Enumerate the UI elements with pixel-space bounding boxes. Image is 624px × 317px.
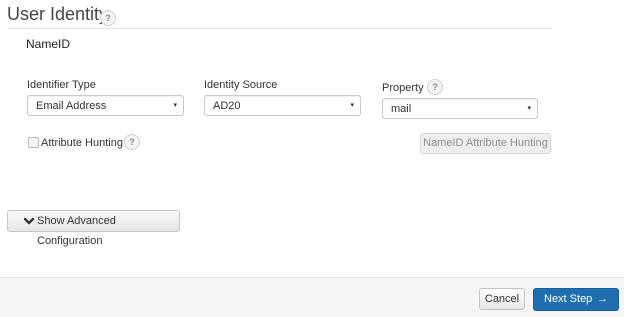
footer-bar: [0, 277, 624, 317]
next-step-button[interactable]: Next Step →: [533, 288, 619, 311]
property-help-icon[interactable]: ?: [427, 79, 443, 95]
cancel-button[interactable]: Cancel: [479, 288, 525, 310]
attribute-hunting-label[interactable]: Attribute Hunting: [41, 137, 123, 149]
attribute-hunting-checkbox[interactable]: [28, 137, 39, 148]
next-step-label: Next Step: [544, 293, 593, 305]
nameid-subheading: NameID: [26, 37, 71, 51]
chevron-down-icon: [23, 211, 35, 239]
identifier-type-select[interactable]: Email Address ▾: [27, 95, 184, 116]
section-title: User Identity: [7, 4, 109, 24]
property-label: Property: [382, 82, 424, 94]
caret-down-icon: ▾: [173, 102, 177, 109]
property-select[interactable]: mail ▾: [382, 98, 538, 119]
identity-source-label: Identity Source: [204, 79, 278, 91]
identifier-type-label: Identifier Type: [27, 79, 96, 91]
property-value: mail: [391, 103, 412, 115]
nameid-attribute-hunting-button[interactable]: NameID Attribute Hunting: [420, 133, 551, 154]
identity-source-value: AD20: [213, 100, 241, 112]
caret-down-icon: ▾: [527, 105, 531, 112]
caret-down-icon: ▾: [350, 102, 354, 109]
user-identity-help-icon[interactable]: ?: [100, 10, 116, 26]
identifier-type-value: Email Address: [36, 100, 107, 112]
show-advanced-configuration-label: Show Advanced Configuration: [37, 215, 116, 247]
show-advanced-configuration-button[interactable]: Show Advanced Configuration: [7, 210, 180, 247]
title-divider: [8, 28, 552, 29]
attribute-hunting-help-icon[interactable]: ?: [124, 134, 140, 150]
arrow-right-icon: →: [597, 293, 608, 305]
identity-source-select[interactable]: AD20 ▾: [204, 95, 361, 116]
